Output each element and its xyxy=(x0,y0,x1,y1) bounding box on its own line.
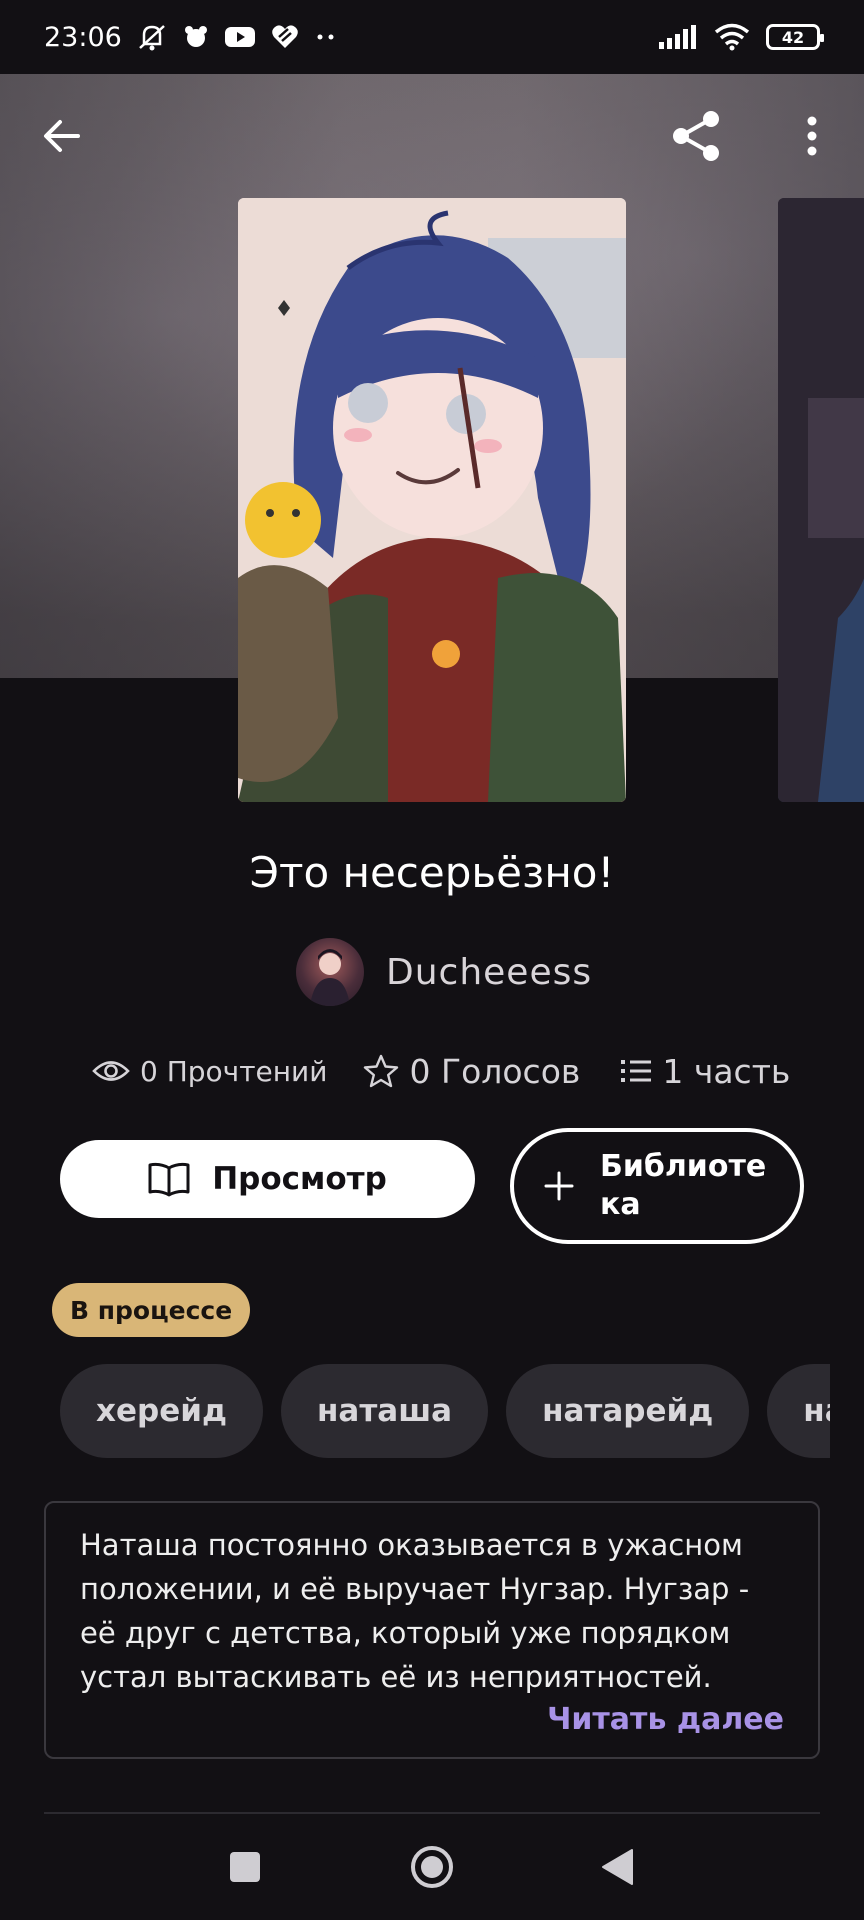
view-button[interactable]: Просмотр xyxy=(60,1140,475,1218)
triangle-back-icon xyxy=(602,1849,633,1885)
back-button[interactable] xyxy=(30,104,94,168)
reads-stat: 0 Прочтений xyxy=(92,1055,327,1088)
parts-count: 1 часть xyxy=(662,1051,791,1091)
author-avatar xyxy=(296,938,364,1006)
tag-chip[interactable]: натарейд xyxy=(506,1364,750,1458)
author-name: Ducheeess xyxy=(386,951,593,993)
battery-indicator: 42 xyxy=(766,24,824,50)
system-nav-bar xyxy=(0,1815,864,1920)
plus-icon xyxy=(544,1171,574,1201)
reads-count: 0 Прочтений xyxy=(140,1054,328,1088)
view-button-label: Просмотр xyxy=(212,1161,387,1197)
votes-count: 0 Голосов xyxy=(409,1051,581,1091)
book-open-icon xyxy=(148,1162,190,1197)
share-button[interactable] xyxy=(664,104,728,168)
circle-home-icon xyxy=(411,1846,453,1888)
description-box: Наташа постоянно оказывается в ужасном п… xyxy=(44,1501,820,1759)
youtube-icon xyxy=(224,25,256,49)
share-icon xyxy=(673,111,719,161)
next-story-cover[interactable] xyxy=(778,198,864,802)
read-more-link[interactable]: Читать далее xyxy=(547,1702,784,1737)
more-notifications-icon xyxy=(314,32,338,42)
tags-list[interactable]: херейднаташанатарейд нарко xyxy=(60,1364,830,1458)
tag-chip[interactable]: наташа xyxy=(281,1364,489,1458)
tag-chip[interactable]: херейд xyxy=(60,1364,263,1458)
back-nav-button[interactable] xyxy=(585,1835,649,1899)
home-button[interactable] xyxy=(400,1835,464,1899)
story-cover-image[interactable] xyxy=(238,198,626,802)
story-stats: 0 Прочтений 0 Голосов 1 часть xyxy=(92,1046,790,1096)
square-icon xyxy=(230,1852,260,1882)
section-divider xyxy=(44,1812,820,1814)
add-to-library-button[interactable]: Библиотека xyxy=(510,1128,804,1244)
parts-stat: 1 часть xyxy=(620,1052,790,1091)
list-icon xyxy=(621,1060,652,1082)
author-link[interactable]: Ducheeess xyxy=(296,938,592,1006)
more-vertical-icon xyxy=(807,116,817,156)
cover-illustration xyxy=(238,198,626,802)
arrow-left-icon xyxy=(44,120,80,152)
status-badge: В процессе xyxy=(52,1283,251,1337)
wifi-icon xyxy=(714,23,750,51)
heart-app-icon xyxy=(270,23,300,51)
star-icon xyxy=(364,1054,399,1088)
votes-stat: 0 Голосов xyxy=(363,1052,580,1091)
eye-icon xyxy=(92,1061,130,1081)
status-bar: 23:06 42 xyxy=(0,0,864,74)
story-details-screen: 23:06 42 Это несерьёзно! Ducheeess 0 Про… xyxy=(0,0,864,1920)
more-options-button[interactable] xyxy=(780,104,844,168)
mute-notifications-icon xyxy=(136,22,168,52)
next-cover-illustration xyxy=(778,198,864,802)
library-button-label: Библиотека xyxy=(600,1149,767,1222)
clock: 23:06 xyxy=(44,21,122,53)
tag-chip[interactable]: нарко xyxy=(767,1364,830,1458)
description-text: Наташа постоянно оказывается в ужасном п… xyxy=(80,1528,750,1694)
story-title: Это несерьёзно! xyxy=(249,848,615,897)
app-notification-icon xyxy=(182,23,210,51)
signal-icon xyxy=(658,24,698,50)
recents-button[interactable] xyxy=(213,1835,277,1899)
